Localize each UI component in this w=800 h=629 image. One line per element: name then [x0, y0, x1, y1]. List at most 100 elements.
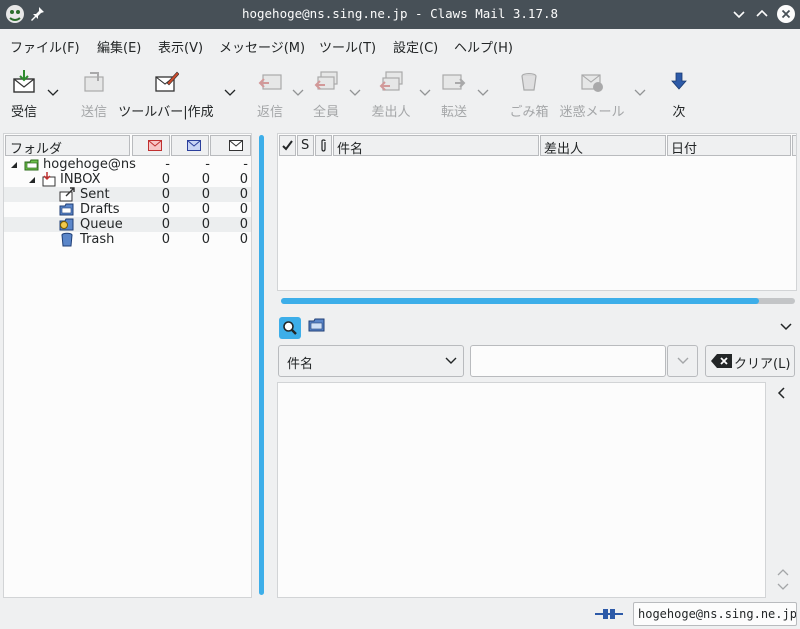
message-list[interactable]: S 件名 差出人 日付 [277, 133, 797, 291]
folder-icon [308, 318, 325, 332]
compose-button[interactable]: ツールバー|作成 [114, 67, 218, 125]
folder-name: Sent [80, 187, 110, 202]
mailbox-icon [24, 159, 39, 171]
forward-icon [442, 74, 466, 90]
checkmark-icon [282, 140, 293, 151]
reply-all-icon [314, 71, 338, 90]
menu-settings[interactable]: 設定(C) [393, 37, 438, 56]
search-field-select[interactable]: 件名 [278, 345, 464, 377]
extra-column-header[interactable] [792, 135, 796, 156]
total-column-header[interactable] [210, 135, 251, 156]
from-column-header[interactable]: 差出人 [540, 135, 666, 156]
message-view[interactable] [277, 382, 766, 598]
folder-row-inbox[interactable]: INBOX 0 0 0 [4, 172, 251, 187]
unread-column-header[interactable] [132, 135, 170, 156]
expander-icon[interactable] [28, 176, 36, 184]
menu-bar: ファイル(F) 編集(E) 表示(V) メッセージ(M) ツール(T) 設定(C… [0, 29, 800, 59]
maximize-button[interactable] [752, 4, 772, 24]
trash-icon [521, 73, 537, 91]
forward-menu-arrow[interactable] [477, 89, 489, 97]
reply-all-button[interactable]: 全員 [308, 67, 344, 125]
folder-name: Drafts [80, 202, 120, 217]
new-column-header[interactable] [171, 135, 209, 156]
folder-name: Queue [80, 217, 123, 232]
clear-search-button[interactable]: クリア(L) [705, 345, 795, 377]
folder-row-account[interactable]: hogehoge@ns - - - [4, 157, 251, 172]
trash-folder-icon [61, 232, 73, 247]
queue-folder-icon [59, 218, 74, 231]
menu-tools[interactable]: ツール(T) [319, 37, 376, 56]
search-history-dropdown[interactable] [667, 345, 698, 377]
menu-view[interactable]: 表示(V) [158, 37, 203, 56]
paperclip-icon [321, 139, 326, 152]
send-icon [84, 72, 104, 92]
date-column-header[interactable]: 日付 [667, 135, 791, 156]
compose-menu-arrow[interactable] [224, 89, 236, 97]
status-account[interactable]: hogehoge@ns.sing.ne.jp [633, 602, 797, 626]
folder-name: hogehoge@ns [43, 157, 136, 172]
forward-button[interactable]: 転送 [436, 67, 472, 125]
window-title: hogehoge@ns.sing.ne.jp - Claws Mail 3.17… [241, 6, 559, 21]
folder-pane[interactable]: フォルダ hogehoge@ns - - - INBOX 0 0 0 Sent … [3, 133, 252, 598]
reply-sender-menu-arrow[interactable] [419, 89, 431, 97]
quick-search-toggle-button[interactable] [279, 317, 301, 339]
reply-all-menu-arrow[interactable] [349, 89, 361, 97]
folder-name: Trash [80, 232, 115, 247]
next-button[interactable]: 次 [664, 67, 694, 125]
search-icon [283, 321, 297, 335]
expander-icon[interactable] [10, 161, 18, 169]
menu-help[interactable]: ヘルプ(H) [454, 37, 513, 56]
reply-sender-button[interactable]: 差出人 [368, 67, 414, 125]
scroll-down-icon[interactable] [776, 582, 790, 592]
receive-icon [13, 70, 35, 93]
progress-bar [281, 298, 795, 304]
attachment-column-header[interactable] [315, 135, 332, 156]
receive-button[interactable]: 受信 [4, 67, 44, 125]
close-button[interactable] [776, 4, 796, 24]
drafts-folder-icon [59, 203, 74, 216]
chevron-down-icon[interactable] [779, 322, 793, 332]
reply-icon [258, 74, 282, 90]
spam-menu-arrow[interactable] [634, 89, 646, 97]
backspace-icon [711, 354, 732, 368]
trash-button[interactable]: ごみ箱 [508, 67, 550, 125]
arrow-down-icon [671, 72, 687, 90]
chevron-left-icon[interactable] [777, 387, 787, 399]
toolbar: 受信 送信 ツールバー|作成 返信 全員 差出人 転送 ごみ箱 迷惑メール 次 [0, 59, 800, 129]
inbox-icon [42, 172, 56, 187]
folder-search-button[interactable] [306, 315, 328, 337]
menu-file[interactable]: ファイル(F) [10, 37, 80, 56]
menu-edit[interactable]: 編集(E) [97, 37, 141, 56]
receive-menu-arrow[interactable] [47, 89, 59, 97]
status-column-header[interactable]: S [297, 135, 314, 156]
progress-fill [281, 298, 760, 304]
compose-icon [155, 71, 179, 92]
unread-mail-icon [148, 140, 162, 151]
spam-button[interactable]: 迷惑メール [556, 67, 628, 125]
checkbox-column-header[interactable] [279, 135, 296, 156]
dropdown-arrow-icon [445, 357, 457, 364]
reply-button[interactable]: 返信 [252, 67, 288, 125]
folder-column-header[interactable]: フォルダ [5, 135, 130, 156]
reply-menu-arrow[interactable] [292, 89, 304, 97]
send-button[interactable]: 送信 [74, 67, 114, 125]
folder-row-sent[interactable]: Sent 0 0 0 [4, 187, 251, 202]
dropdown-arrow-icon [677, 357, 689, 364]
scroll-up-icon[interactable] [776, 567, 790, 577]
menu-message[interactable]: メッセージ(M) [219, 37, 305, 56]
search-input[interactable] [470, 345, 666, 377]
spam-icon [581, 74, 603, 92]
new-mail-icon [187, 140, 201, 151]
sent-folder-icon [59, 187, 75, 202]
folder-row-queue[interactable]: Queue 0 0 0 [4, 217, 251, 232]
subject-column-header[interactable]: 件名 [333, 135, 539, 156]
pane-splitter[interactable] [259, 135, 264, 595]
minimize-button[interactable] [729, 4, 749, 24]
folder-row-drafts[interactable]: Drafts 0 0 0 [4, 202, 251, 217]
title-bar[interactable]: hogehoge@ns.sing.ne.jp - Claws Mail 3.17… [0, 0, 800, 29]
folder-name: INBOX [60, 172, 101, 187]
folder-row-trash[interactable]: Trash 0 0 0 [4, 232, 251, 247]
reply-sender-icon [379, 71, 403, 91]
online-status-icon[interactable] [594, 605, 624, 623]
mail-icon [229, 140, 243, 151]
